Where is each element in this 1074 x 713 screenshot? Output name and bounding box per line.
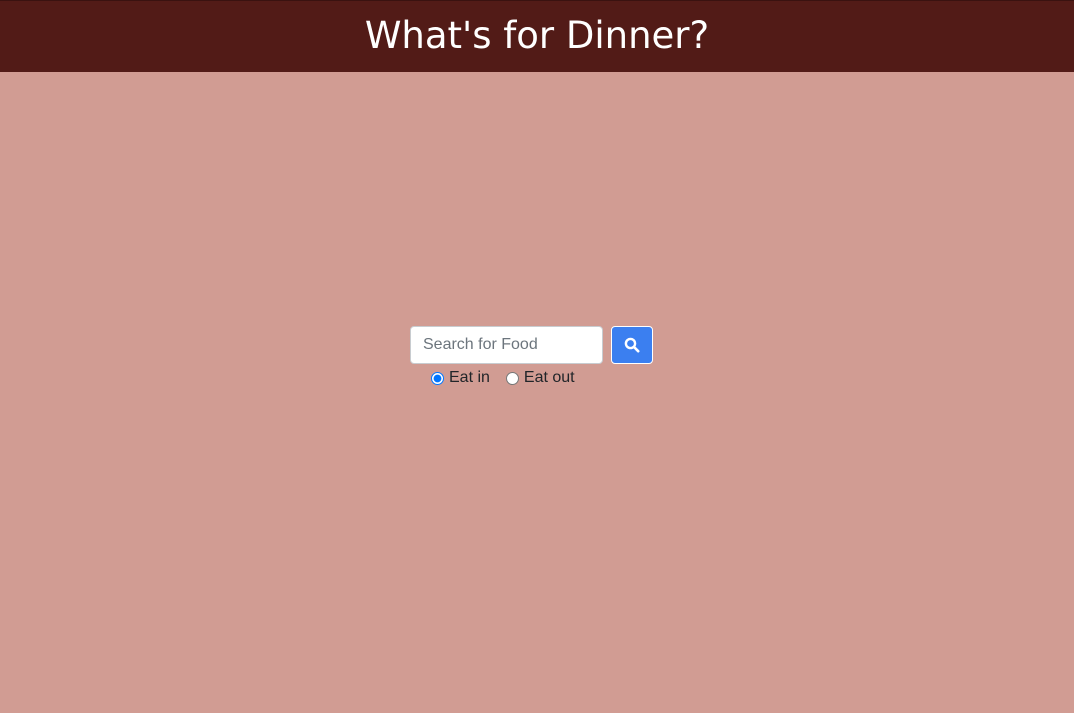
search-icon [624, 337, 640, 353]
search-input[interactable] [410, 326, 603, 364]
search-row [410, 326, 670, 364]
dining-options: Eat in Eat out [429, 369, 670, 387]
search-form: Eat in Eat out [410, 326, 670, 387]
eat-out-radio[interactable] [505, 371, 519, 385]
page-title: What's for Dinner? [364, 13, 710, 57]
page-header: What's for Dinner? [0, 0, 1074, 72]
option-eat-out[interactable]: Eat out [504, 369, 575, 387]
eat-in-radio[interactable] [431, 371, 444, 385]
eat-out-label: Eat out [523, 369, 575, 386]
search-button[interactable] [611, 326, 653, 364]
eat-in-label: Eat in [449, 369, 490, 386]
option-eat-in[interactable]: Eat in [429, 369, 490, 387]
